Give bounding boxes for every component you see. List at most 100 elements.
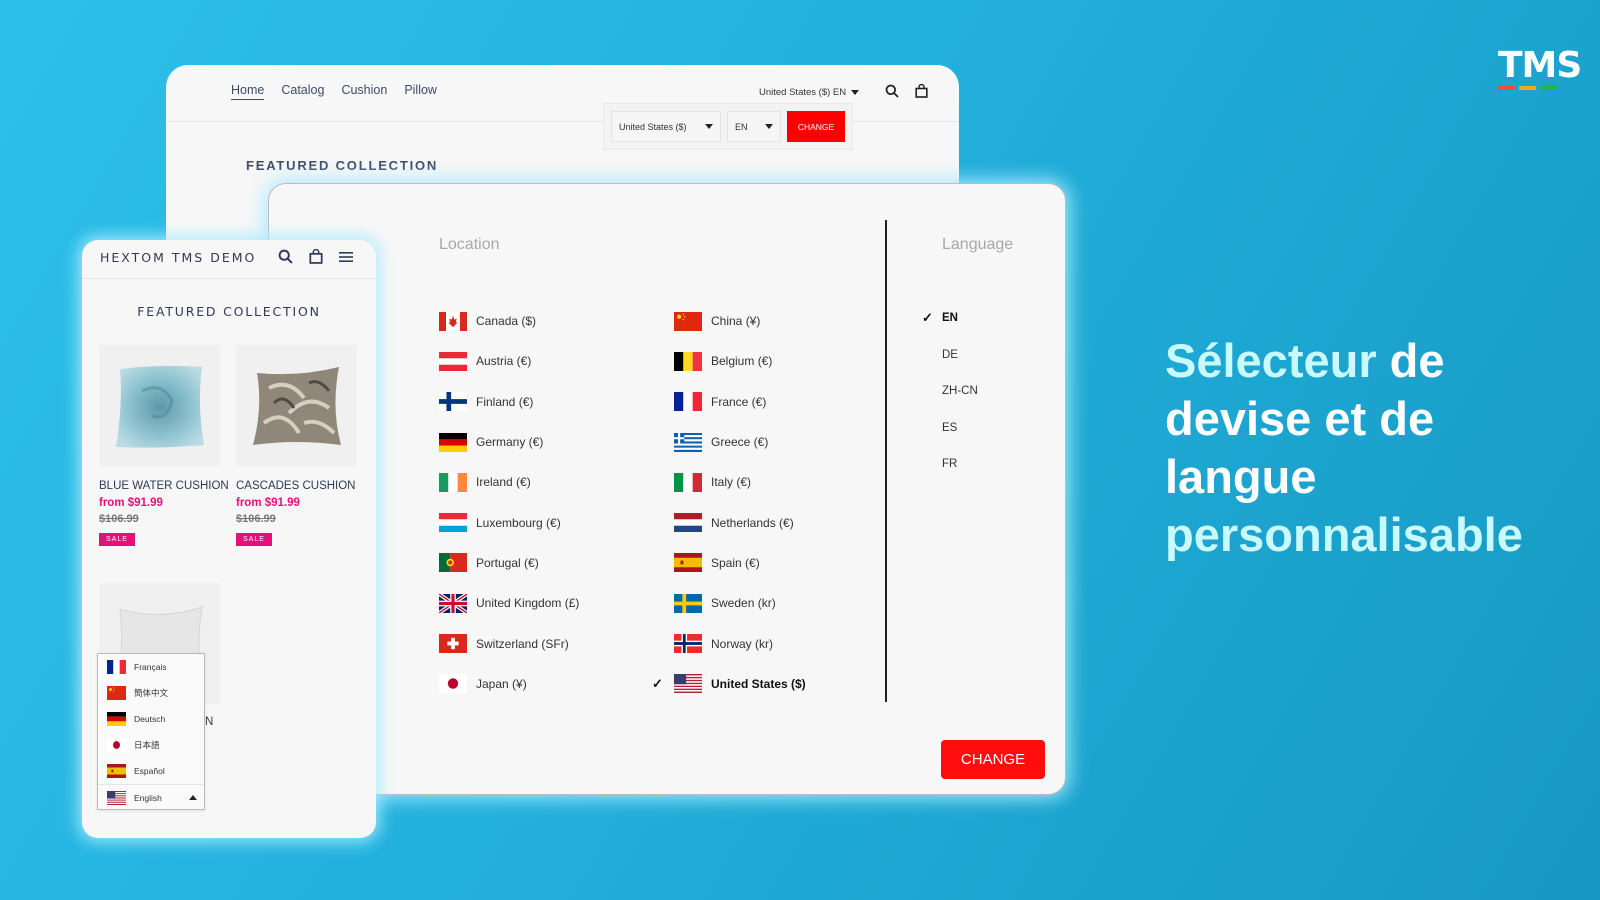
flag-fr-icon: [674, 392, 702, 412]
country-option[interactable]: Luxembourg (€): [439, 502, 579, 542]
currency-language-panel: United States ($) EN CHANGE: [603, 103, 853, 150]
blue-cushion-image: [115, 365, 204, 448]
country-option[interactable]: Austria (€): [439, 341, 579, 381]
cart-icon[interactable]: [309, 248, 323, 269]
country-option[interactable]: Belgium (€): [674, 341, 806, 381]
cart-icon[interactable]: [915, 83, 928, 101]
country-select[interactable]: United States ($): [611, 111, 721, 142]
product-name[interactable]: BLUE WATER CUSHION: [99, 480, 229, 492]
sale-badge: SALE: [99, 533, 135, 546]
country-option[interactable]: Sweden (kr): [674, 583, 806, 623]
flag-it-icon: [674, 472, 702, 492]
country-label: Greece (€): [711, 435, 769, 450]
flag-cn-icon: [674, 311, 702, 331]
language-label: ZH-CN: [942, 385, 978, 398]
language-option[interactable]: ZH-CN: [942, 373, 978, 410]
country-label: Switzerland (SFr): [476, 636, 569, 651]
tms-logo: TMS: [1498, 45, 1582, 90]
flag-es-icon: [674, 553, 702, 573]
product-card[interactable]: CASCADES CUSHION from $91.99 $106.99 SAL…: [236, 345, 357, 546]
language-heading: Language: [942, 236, 1014, 253]
featured-collection-title: FEATURED COLLECTION: [137, 304, 321, 319]
country-label: France (€): [711, 394, 767, 409]
language-option[interactable]: ES: [942, 410, 978, 447]
country-label: Germany (€): [476, 435, 544, 450]
chevron-down-icon: [851, 90, 860, 95]
country-option[interactable]: Netherlands (€): [674, 502, 806, 542]
menu-icon[interactable]: [339, 250, 353, 268]
language-label: DE: [942, 348, 958, 361]
language-dropdown-option[interactable]: Français: [98, 654, 204, 680]
product-image[interactable]: [236, 345, 357, 466]
language-option[interactable]: ✓ EN: [922, 300, 978, 337]
cascades-cushion-image: [252, 366, 341, 445]
country-select-value: United States ($): [619, 121, 687, 132]
column-divider: [885, 220, 887, 702]
language-dropdown-option[interactable]: Español: [98, 758, 204, 784]
country-option[interactable]: China (¥): [674, 301, 806, 341]
product-price: from $91.99: [236, 497, 300, 509]
checkmark-icon: ✓: [922, 310, 933, 326]
currency-language-value: United States ($) EN: [759, 87, 847, 98]
flag-gr-icon: [674, 432, 702, 452]
tagline-text: devise et de: [1165, 392, 1435, 445]
language-label: ES: [942, 421, 958, 434]
country-label: United States ($): [711, 676, 806, 691]
flag-nl-icon: [674, 513, 702, 533]
country-option[interactable]: Italy (€): [674, 462, 806, 502]
country-option[interactable]: Finland (€): [439, 382, 579, 422]
language-dropdown-option[interactable]: Deutsch: [98, 706, 204, 732]
currency-language-toggle[interactable]: United States ($) EN: [759, 87, 860, 98]
language-select[interactable]: EN: [727, 111, 781, 142]
sale-badge: SALE: [236, 533, 272, 546]
language-dropdown-label: 簡体中文: [134, 688, 169, 698]
search-icon[interactable]: [885, 84, 899, 101]
search-icon[interactable]: [278, 249, 293, 269]
tagline: Sélecteur de devise et de langue personn…: [1165, 332, 1523, 564]
logo-text: TMS: [1498, 45, 1582, 86]
flag-se-icon: [674, 593, 702, 613]
country-label: Austria (€): [476, 354, 532, 369]
logo-bar: [1540, 86, 1557, 90]
nav-catalog[interactable]: Catalog: [281, 83, 324, 100]
logo-bar: [1498, 86, 1515, 90]
nav-pillow[interactable]: Pillow: [404, 83, 437, 100]
country-option[interactable]: Japan (¥): [439, 664, 579, 704]
country-list-right: China (¥) Belgium (€) France (€) Greece (€)…: [652, 301, 806, 704]
language-label: FR: [942, 458, 958, 471]
flag-lu-icon: [439, 513, 467, 533]
country-label: Finland (€): [476, 394, 534, 409]
language-dropdown-label: Français: [134, 662, 167, 672]
country-option[interactable]: Portugal (€): [439, 543, 579, 583]
country-option[interactable]: ✓ United States ($): [652, 664, 806, 704]
product-card[interactable]: BLUE WATER CUSHION from $91.99 $106.99 S…: [99, 345, 229, 546]
change-button-small[interactable]: CHANGE: [787, 111, 845, 142]
chevron-down-icon: [705, 124, 713, 129]
product-image[interactable]: [99, 345, 220, 466]
country-label: Portugal (€): [476, 555, 539, 570]
country-option[interactable]: United Kingdom (£): [437, 583, 579, 623]
flag-ch-icon: [439, 634, 467, 654]
country-option[interactable]: Spain (€): [674, 543, 806, 583]
language-option[interactable]: DE: [942, 337, 978, 374]
country-option[interactable]: France (€): [674, 382, 806, 422]
nav-home[interactable]: Home: [231, 83, 265, 100]
flag-de-icon: [107, 712, 126, 726]
language-dropdown-current[interactable]: English: [98, 784, 204, 810]
header-actions: United States ($) EN: [759, 83, 928, 101]
country-option[interactable]: Norway (kr): [674, 623, 806, 663]
country-option[interactable]: Canada ($): [439, 301, 579, 341]
country-option[interactable]: Greece (€): [674, 422, 806, 462]
language-option[interactable]: FR: [942, 446, 978, 483]
language-dropdown-option[interactable]: 簡体中文: [98, 680, 204, 706]
country-option[interactable]: Ireland (€): [439, 462, 579, 502]
country-option[interactable]: Switzerland (SFr): [439, 623, 579, 663]
product-name[interactable]: CASCADES CUSHION: [236, 480, 357, 492]
main-nav: Home Catalog Cushion Pillow: [231, 83, 437, 100]
change-button[interactable]: CHANGE: [941, 740, 1045, 779]
nav-cushion[interactable]: Cushion: [341, 83, 387, 100]
language-dropdown-option[interactable]: 日本語: [98, 732, 204, 758]
country-option[interactable]: Germany (€): [439, 422, 579, 462]
language-dropdown-label: English: [134, 792, 162, 803]
flag-fi-icon: [439, 392, 467, 412]
